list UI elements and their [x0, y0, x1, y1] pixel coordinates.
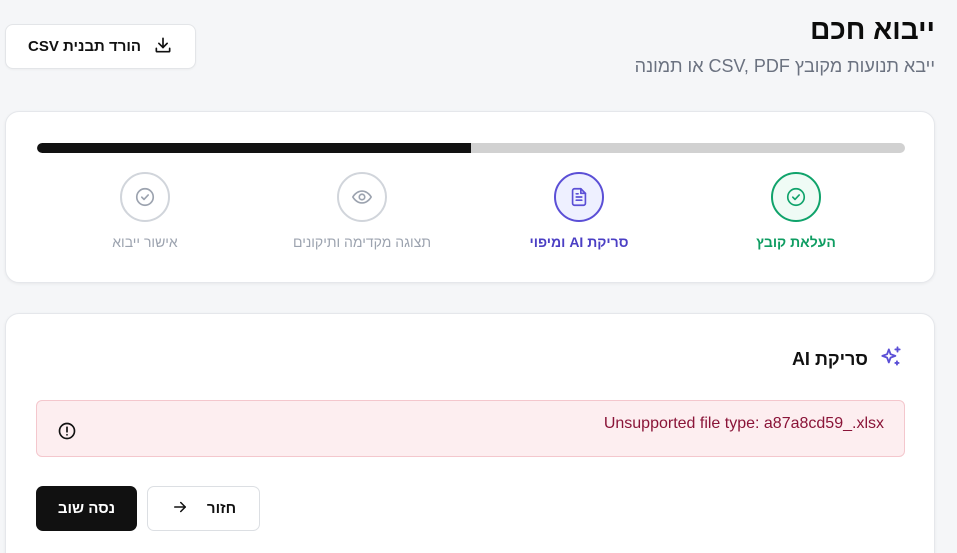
page-subtitle: ייבא תנועות מקובץ CSV, PDF או תמונה	[634, 56, 935, 76]
step-confirm-import: אישור ייבוא	[45, 172, 245, 250]
step-label: תצוגה מקדימה ותיקונים	[293, 234, 431, 250]
alert-circle-icon	[58, 422, 76, 440]
smart-import-page: ייבוא חכם ייבא תנועות מקובץ CSV, PDF או …	[0, 0, 957, 553]
error-alert: Unsupported file type: a87a8cd59_.xlsx	[36, 400, 905, 457]
scan-title: סריקת AI	[791, 349, 868, 369]
eye-icon	[352, 190, 372, 204]
step-ai-scan: סריקת AI ומיפוי	[479, 172, 679, 250]
check-circle-icon	[135, 187, 155, 207]
progress-fill	[37, 143, 471, 153]
step-label: סריקת AI ומיפוי	[529, 234, 629, 250]
back-label: חזור	[206, 500, 237, 517]
arrow-right-icon	[171, 498, 189, 520]
page-title: ייבוא חכם	[810, 14, 935, 45]
progress-bar	[37, 143, 905, 153]
error-message: Unsupported file type: a87a8cd59_.xlsx	[603, 415, 884, 432]
document-icon	[571, 187, 587, 207]
scan-header: סריקת AI	[792, 344, 904, 375]
step-circle	[554, 172, 604, 222]
import-stepper: העלאת קובץ סריקת AI ומיפוי תצוגה מקדימה …	[5, 111, 935, 283]
step-circle	[120, 172, 170, 222]
step-label: העלאת קובץ	[756, 234, 836, 250]
ai-scan-card: סריקת AI Unsupported file type: a87a8cd5…	[5, 313, 935, 553]
step-preview: תצוגה מקדימה ותיקונים	[262, 172, 462, 250]
check-circle-icon	[786, 187, 806, 207]
sparkles-icon	[878, 344, 904, 375]
retry-button[interactable]: נסה שוב	[36, 486, 137, 531]
back-button[interactable]: חזור	[147, 486, 260, 531]
step-upload-file: העלאת קובץ	[696, 172, 896, 250]
download-template-label: הורד תבנית CSV	[27, 38, 142, 55]
step-label: אישור ייבוא	[112, 234, 178, 250]
download-template-button[interactable]: הורד תבנית CSV	[5, 24, 196, 69]
step-circle	[771, 172, 821, 222]
retry-label: נסה שוב	[57, 500, 116, 517]
step-circle	[337, 172, 387, 222]
download-icon	[153, 35, 173, 59]
